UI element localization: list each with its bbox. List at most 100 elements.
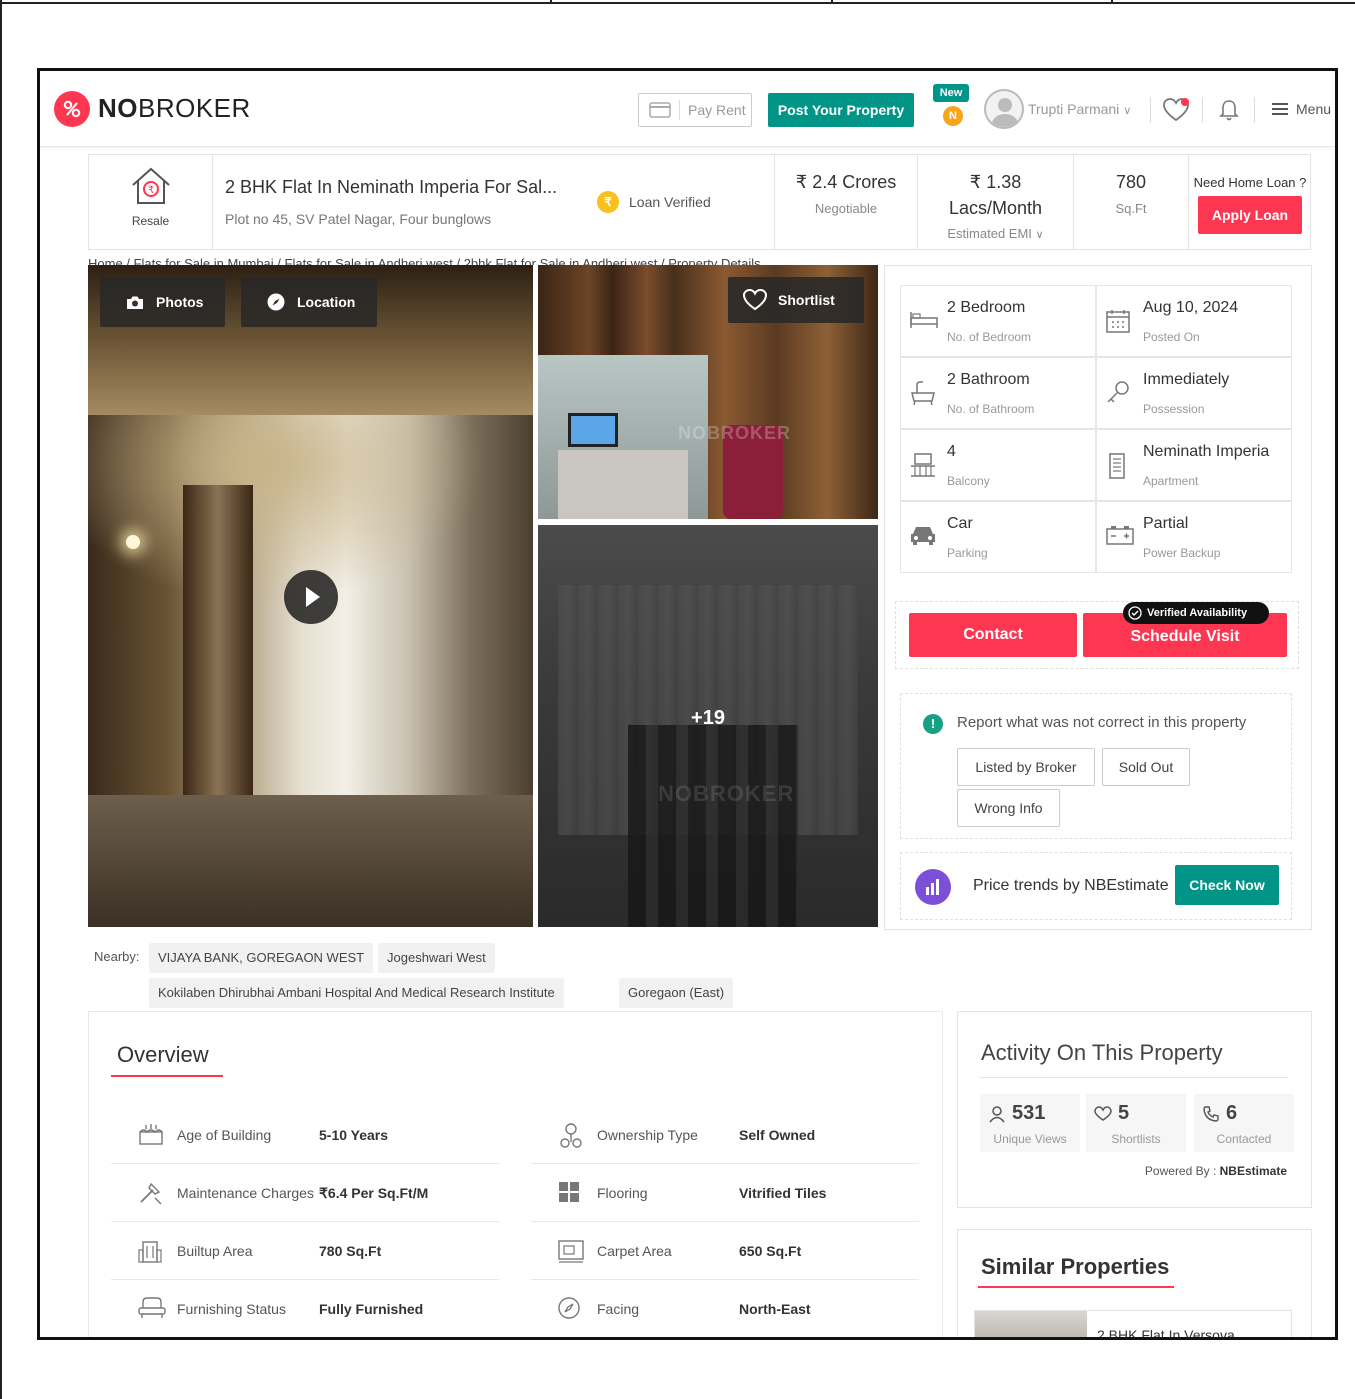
photo-more-tile[interactable]: +19 NOBROKER xyxy=(538,525,878,927)
overview-key: Maintenance Charges xyxy=(177,1185,314,1201)
report-question: Report what was not correct in this prop… xyxy=(957,714,1247,731)
detail-value: Partial xyxy=(1143,515,1189,532)
bathtub-icon xyxy=(911,381,935,406)
detail-value: 2 Bedroom xyxy=(947,299,1026,316)
overview-row: Maintenance Charges ₹6.4 Per Sq.Ft/M xyxy=(111,1164,499,1222)
nearby-chip[interactable]: Kokilaben Dhirubhai Ambani Hospital And … xyxy=(149,978,564,1008)
location-label: Location xyxy=(297,294,356,310)
contacted-label: Contacted xyxy=(1216,1132,1272,1146)
overview-key: Age of Building xyxy=(177,1127,272,1143)
stat-contacted: 6 Contacted xyxy=(1194,1094,1294,1152)
views-count: 531 xyxy=(1012,1102,1046,1124)
detail-label: Parking xyxy=(947,546,988,560)
overview-key: Furnishing Status xyxy=(177,1301,286,1317)
pay-rent-button[interactable]: Pay Rent xyxy=(638,93,752,127)
check-circle-icon xyxy=(1128,606,1142,620)
photo-floor xyxy=(88,795,533,927)
similar-title: Similar Properties xyxy=(981,1254,1170,1279)
post-property-button[interactable]: Post Your Property xyxy=(768,93,914,127)
shortlists-count: 5 xyxy=(1118,1102,1130,1124)
report-sold-out-button[interactable]: Sold Out xyxy=(1102,748,1190,786)
builtup-area-icon xyxy=(138,1241,162,1263)
shortlist-button[interactable]: Shortlist xyxy=(728,277,864,323)
nearby-chip[interactable]: VIJAYA BANK, GOREGAON WEST xyxy=(149,943,374,973)
heart-icon xyxy=(1094,1105,1112,1121)
price-trend-section: Price trends by NBEstimate Check Now xyxy=(900,852,1292,920)
user-menu[interactable]: Trupti Parmani ∨ xyxy=(1028,101,1131,117)
nearby-label: Nearby: xyxy=(94,949,140,964)
similar-properties-section: Similar Properties 2 BHK Flat In Versova xyxy=(957,1229,1312,1337)
overview-value: 780 Sq.Ft xyxy=(319,1243,382,1259)
check-now-button[interactable]: Check Now xyxy=(1175,865,1279,905)
menu-button[interactable]: Menu xyxy=(1272,101,1331,117)
rupee-coin-icon: ₹ xyxy=(597,191,619,213)
overview-row: Flooring Vitrified Tiles xyxy=(531,1164,919,1222)
overview-value: North-East xyxy=(739,1301,811,1317)
views-label: Unique Views xyxy=(993,1132,1067,1146)
title-cell: 2 BHK Flat In Neminath Imperia For Sal..… xyxy=(213,155,775,249)
detail-label: Balcony xyxy=(947,474,990,488)
detail-label: Posted On xyxy=(1143,330,1200,344)
contact-button[interactable]: Contact xyxy=(909,613,1077,657)
report-listed-by-broker-button[interactable]: Listed by Broker xyxy=(957,748,1095,786)
chevron-down-icon: ∨ xyxy=(1123,105,1132,117)
card-icon xyxy=(649,102,671,118)
photos-button[interactable]: Photos xyxy=(100,277,226,327)
user-icon xyxy=(989,1105,1005,1122)
photo-monitor xyxy=(568,413,618,447)
heart-icon[interactable] xyxy=(1162,97,1190,123)
brand-wordmark[interactable]: NOBROKER xyxy=(98,93,251,124)
photo-lamp xyxy=(126,535,140,549)
main-photo[interactable] xyxy=(88,265,533,927)
photos-label: Photos xyxy=(156,294,204,310)
loan-verified-label: Loan Verified xyxy=(629,194,711,210)
area-unit: Sq.Ft xyxy=(1115,201,1147,216)
apply-loan-button[interactable]: Apply Loan xyxy=(1198,196,1302,234)
overview-row: Builtup Area 780 Sq.Ft xyxy=(111,1222,499,1280)
report-wrong-info-button[interactable]: Wrong Info xyxy=(957,789,1060,827)
pay-rent-label: Pay Rent xyxy=(688,102,746,118)
area-value: 780 xyxy=(1115,172,1147,192)
more-photos-count: +19 xyxy=(691,707,725,729)
price-note: Negotiable xyxy=(814,201,878,216)
similar-property-thumbnail xyxy=(975,1311,1087,1337)
coin-icon[interactable]: N xyxy=(943,106,963,126)
overview-key: Facing xyxy=(597,1301,640,1317)
similar-property-card[interactable]: 2 BHK Flat In Versova xyxy=(974,1310,1292,1337)
balcony-icon xyxy=(911,453,935,477)
bell-icon[interactable] xyxy=(1218,98,1240,122)
top-header: NOBROKER Pay Rent Post Your Property New… xyxy=(40,71,1335,147)
emi-note: Estimated EMI ∨ xyxy=(947,226,1044,241)
detail-value: 4 xyxy=(947,443,956,460)
overview-row: Ownership Type Self Owned xyxy=(531,1106,919,1164)
play-video-button[interactable] xyxy=(284,570,338,624)
avatar[interactable] xyxy=(984,89,1024,129)
camera-icon xyxy=(127,296,143,309)
overview-value: Fully Furnished xyxy=(319,1301,424,1317)
shortlist-label: Shortlist xyxy=(778,292,835,308)
phone-icon xyxy=(1203,1105,1219,1122)
chevron-down-icon: ∨ xyxy=(1035,229,1044,241)
home-loan-cell: Need Home Loan ? Apply Loan xyxy=(1189,155,1311,249)
detail-power-backup: Partial Power Backup xyxy=(1096,501,1292,573)
top-rule xyxy=(0,0,1355,4)
detail-apartment: Neminath Imperia Apartment xyxy=(1096,429,1292,501)
area-cell: 780 Sq.Ft xyxy=(1074,155,1189,249)
home-loan-question: Need Home Loan ? xyxy=(1193,175,1307,190)
nobroker-logo-icon[interactable] xyxy=(54,91,90,127)
location-button[interactable]: Location xyxy=(241,277,378,327)
activity-section: Activity On This Property 531 Unique Vie… xyxy=(957,1011,1312,1208)
nearby-section: Nearby: VIJAYA BANK, GOREGAON WEST Joges… xyxy=(88,937,883,1011)
price-cell: ₹ 2.4 Crores Negotiable xyxy=(775,155,918,249)
detail-label: Possession xyxy=(1143,402,1205,416)
listing-summary-bar: ₹ Resale 2 BHK Flat In Neminath Imperia … xyxy=(88,154,1311,250)
photo-door xyxy=(183,485,253,815)
calendar-icon xyxy=(1106,310,1130,333)
nearby-chip[interactable]: Jogeshwari West xyxy=(378,943,495,973)
emi-cell[interactable]: ₹ 1.38 Lacs/Month Estimated EMI ∨ xyxy=(918,155,1074,249)
similar-underline xyxy=(978,1286,1174,1288)
detail-value: Neminath Imperia xyxy=(1143,443,1270,460)
overview-row: Facing North-East xyxy=(531,1280,919,1337)
nearby-chip[interactable]: Goregaon (East) xyxy=(619,978,734,1008)
overview-value: 5-10 Years xyxy=(319,1127,389,1143)
